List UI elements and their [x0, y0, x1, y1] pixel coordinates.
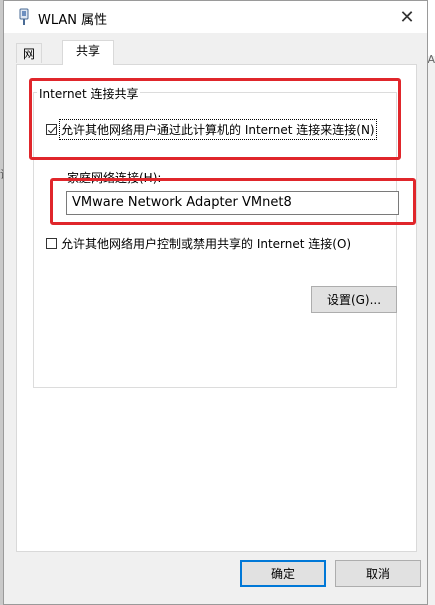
ics-group-title: Internet 连接共享 [37, 85, 141, 102]
title-bar: WLAN 属性 ✕ [4, 1, 427, 33]
close-icon: ✕ [399, 6, 415, 28]
allow-control-checkbox[interactable] [46, 238, 57, 249]
ok-button[interactable]: 确定 [240, 560, 326, 587]
allow-control-label[interactable]: 允许其他网络用户控制或禁用共享的 Internet 连接(O) [61, 235, 351, 252]
cancel-button[interactable]: 取消 [335, 560, 421, 587]
background-right-edge [427, 56, 435, 605]
tab-sharing[interactable]: 共享 [62, 40, 114, 65]
wlan-properties-dialog: WLAN 属性 ✕ 网络 共享 Internet 连接共享 允许其他网络用户通过… [3, 0, 428, 605]
home-network-label: 家庭网络连接(H): [67, 171, 162, 185]
close-button[interactable]: ✕ [387, 1, 427, 33]
allow-sharing-checkbox[interactable] [46, 124, 57, 135]
allow-sharing-label[interactable]: 允许其他网络用户通过此计算机的 Internet 连接来连接(N) [59, 119, 377, 140]
window-title: WLAN 属性 [38, 13, 108, 28]
background-right-text-fragment: A [427, 53, 435, 66]
network-adapter-icon [19, 8, 29, 25]
home-network-select[interactable]: VMware Network Adapter VMnet8 [66, 191, 399, 215]
settings-button[interactable]: 设置(G)... [311, 286, 397, 313]
tab-network[interactable]: 网络 [16, 43, 43, 81]
sharing-tab-panel: Internet 连接共享 允许其他网络用户通过此计算机的 Internet 连… [16, 64, 417, 552]
